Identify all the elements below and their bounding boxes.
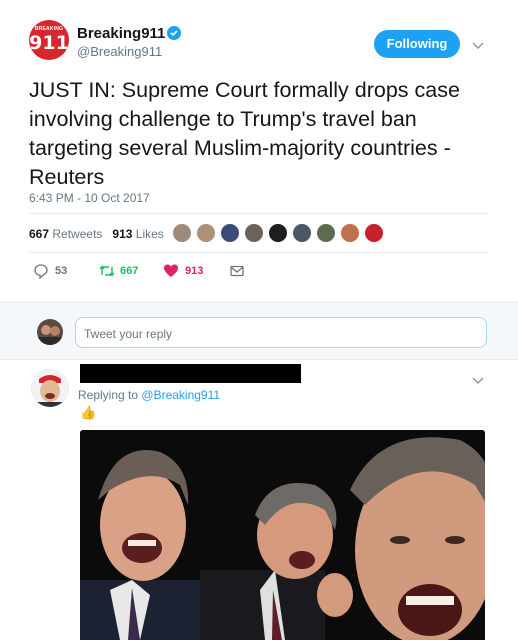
attached-photo[interactable] [80,430,485,640]
following-button[interactable]: Following [374,30,460,58]
tweet-card: BREAKING 911 Breaking911 @Breaking911 Fo… [0,0,518,302]
verified-badge-icon [167,26,181,40]
retweets-label[interactable]: Retweets [52,227,102,241]
current-user-avatar[interactable] [37,319,63,345]
heart-icon [163,263,179,282]
liker-avatar[interactable] [244,223,264,243]
liker-avatar[interactable] [364,223,384,243]
liker-avatar[interactable] [172,223,192,243]
breaking911-avatar[interactable]: BREAKING 911 [29,20,69,60]
replying-to-line: Replying to @Breaking911 [78,388,220,402]
divider [29,213,488,214]
account-name[interactable]: Breaking911 [77,25,165,42]
replying-prefix: Replying to [78,388,139,402]
chevron-down-icon[interactable] [472,372,484,390]
tweet-timestamp[interactable]: 6:43 PM - 10 Oct 2017 [29,191,150,205]
retweet-count: 667 [120,265,139,277]
tweet-text: JUST IN: Supreme Court formally drops ca… [29,78,460,189]
liker-avatar[interactable] [268,223,288,243]
reply-input[interactable]: Tweet your reply [75,317,487,348]
chevron-down-icon[interactable] [472,37,484,55]
thumbs-up-emoji: 👍 [80,405,97,420]
liker-avatar[interactable] [316,223,336,243]
replying-handle-link[interactable]: @Breaking911 [141,388,220,402]
avatar-number: 911 [29,32,69,54]
retweets-count[interactable]: 667 [29,227,49,241]
liker-avatar[interactable] [292,223,312,243]
reply-composer: Tweet your reply [0,302,518,360]
envelope-icon [229,263,245,282]
retweet-icon [98,263,116,282]
liker-avatar[interactable] [196,223,216,243]
reply-icon [33,263,49,282]
reply-count: 53 [55,265,68,277]
redacted-username [80,364,301,383]
likes-label[interactable]: Likes [136,227,164,241]
account-handle[interactable]: @Breaking911 [77,44,162,59]
like-count: 913 [185,265,204,277]
liker-avatar[interactable] [340,223,360,243]
likes-count[interactable]: 913 [112,227,132,241]
liker-avatar[interactable] [220,223,240,243]
tweet-stats: 667 Retweets 913 Likes [29,227,164,241]
reply-tweet-card: Replying to @Breaking911 👍 [0,360,518,640]
divider [29,252,488,253]
reply-user-avatar[interactable] [31,369,69,407]
